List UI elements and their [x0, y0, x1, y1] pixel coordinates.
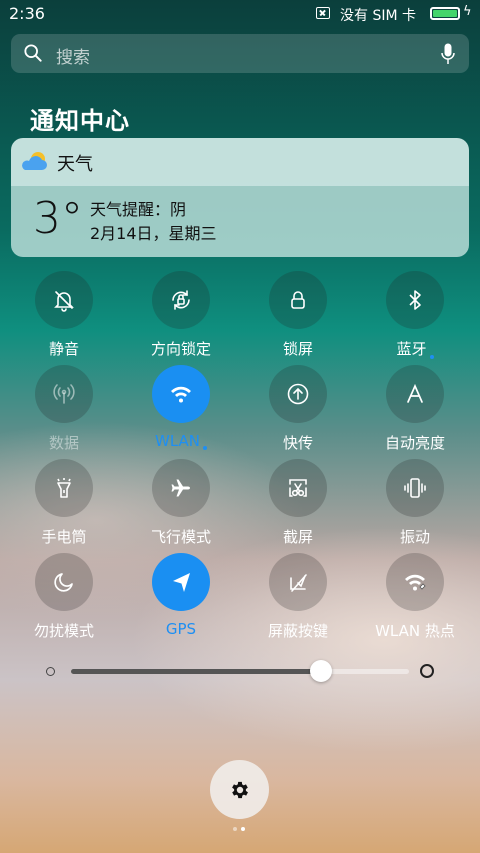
brightness-high-icon	[420, 664, 434, 678]
vibrate-icon[interactable]	[386, 459, 444, 517]
lock-icon[interactable]	[269, 271, 327, 329]
tile-label: 静音	[48, 340, 79, 358]
weather-notification-card[interactable]: 天气 3° 天气提醒：阴 2月14日，星期三	[11, 138, 469, 257]
rotation-lock-icon[interactable]	[152, 271, 210, 329]
bell-off-icon[interactable]	[35, 271, 93, 329]
temperature: 3°	[33, 193, 83, 244]
tile-label: 飞行模式	[150, 528, 211, 546]
notification-center-title: 通知中心	[30, 107, 130, 135]
tile-label-text: WLAN	[154, 432, 200, 450]
status-time: 2:36	[9, 4, 45, 23]
brightness-thumb[interactable]	[310, 660, 333, 682]
sim-status-text: 没有 SIM 卡	[340, 8, 416, 24]
moon-icon[interactable]	[35, 553, 93, 611]
weather-card-body: 3° 天气提醒：阴 2月14日，星期三	[11, 186, 469, 257]
tile-label: WLAN 热点	[375, 622, 455, 640]
tile-label: 方向锁定	[150, 340, 211, 358]
tile-label: GPS	[165, 620, 197, 638]
toggle-gps[interactable]: GPS	[126, 553, 236, 645]
cloudy-weather-icon	[22, 152, 47, 170]
scissors-icon[interactable]	[269, 459, 327, 517]
battery-icon	[430, 7, 460, 20]
microphone-icon[interactable]	[441, 43, 455, 65]
brightness-slider[interactable]	[44, 657, 436, 685]
toggle-quick-transfer[interactable]: 快传	[243, 365, 353, 457]
page-indicator	[233, 827, 247, 832]
toggle-bluetooth[interactable]: 蓝牙	[360, 271, 470, 363]
tile-label: 勿扰模式	[33, 622, 94, 640]
block-keys-icon[interactable]	[269, 553, 327, 611]
toggle-auto-brightness[interactable]: 自动亮度	[360, 365, 470, 457]
letter-a-icon[interactable]	[386, 365, 444, 423]
brightness-fill	[71, 669, 322, 674]
weather-alert: 天气提醒：阴	[90, 200, 187, 219]
weather-app-label: 天气	[57, 154, 93, 175]
weather-date: 2月14日，星期三	[90, 224, 217, 243]
weather-description: 天气提醒：阴 2月14日，星期三	[90, 198, 217, 246]
tile-label: 锁屏	[282, 340, 313, 358]
tile-label: 屏蔽按键	[267, 622, 328, 640]
antenna-icon[interactable]	[35, 365, 93, 423]
brightness-low-icon	[46, 667, 55, 676]
tile-label: WLAN	[126, 432, 236, 450]
toggle-mute[interactable]: 静音	[9, 271, 119, 363]
status-dot	[203, 446, 207, 450]
toggle-do-not-disturb[interactable]: 勿扰模式	[9, 553, 119, 645]
wifi-icon[interactable]	[152, 365, 210, 423]
toggle-wlan[interactable]: WLAN	[126, 365, 236, 457]
tile-label: 截屏	[282, 528, 313, 546]
tile-label: 蓝牙	[360, 338, 470, 359]
toggle-airplane-mode[interactable]: 飞行模式	[126, 459, 236, 551]
gear-icon	[231, 781, 248, 798]
toggle-lock-screen[interactable]: 锁屏	[243, 271, 353, 363]
toggle-mobile-data[interactable]: 数据	[9, 365, 119, 457]
bluetooth-icon[interactable]	[386, 271, 444, 329]
brightness-track[interactable]	[71, 669, 409, 674]
no-sim-icon	[316, 7, 330, 19]
settings-button[interactable]	[210, 760, 269, 819]
battery-level	[433, 10, 457, 17]
page-dot	[233, 827, 237, 831]
toggle-rotation-lock[interactable]: 方向锁定	[126, 271, 236, 363]
tile-label: 快传	[282, 434, 313, 452]
status-bar: 2:36 没有 SIM 卡 ϟ	[0, 0, 480, 28]
tile-label-text: 蓝牙	[396, 340, 427, 358]
toggle-vibrate[interactable]: 振动	[360, 459, 470, 551]
search-bar[interactable]: 搜索	[11, 34, 469, 73]
status-dot	[429, 355, 434, 359]
upload-icon[interactable]	[269, 365, 327, 423]
tile-label: 自动亮度	[384, 434, 445, 452]
weather-card-header: 天气	[11, 138, 469, 186]
toggle-wlan-hotspot[interactable]: WLAN 热点	[360, 553, 470, 645]
toggle-flashlight[interactable]: 手电筒	[9, 459, 119, 551]
flashlight-icon[interactable]	[35, 459, 93, 517]
toggle-block-keys[interactable]: 屏蔽按键	[243, 553, 353, 645]
charging-icon: ϟ	[463, 4, 472, 19]
tile-label: 振动	[399, 528, 430, 546]
airplane-icon[interactable]	[152, 459, 210, 517]
page-dot-active	[241, 827, 245, 831]
tile-label: 手电筒	[41, 528, 87, 546]
search-icon	[24, 44, 42, 62]
search-placeholder: 搜索	[56, 48, 90, 68]
toggle-screenshot[interactable]: 截屏	[243, 459, 353, 551]
hotspot-icon[interactable]	[386, 553, 444, 611]
tile-label: 数据	[48, 434, 79, 452]
location-arrow-icon[interactable]	[152, 553, 210, 611]
